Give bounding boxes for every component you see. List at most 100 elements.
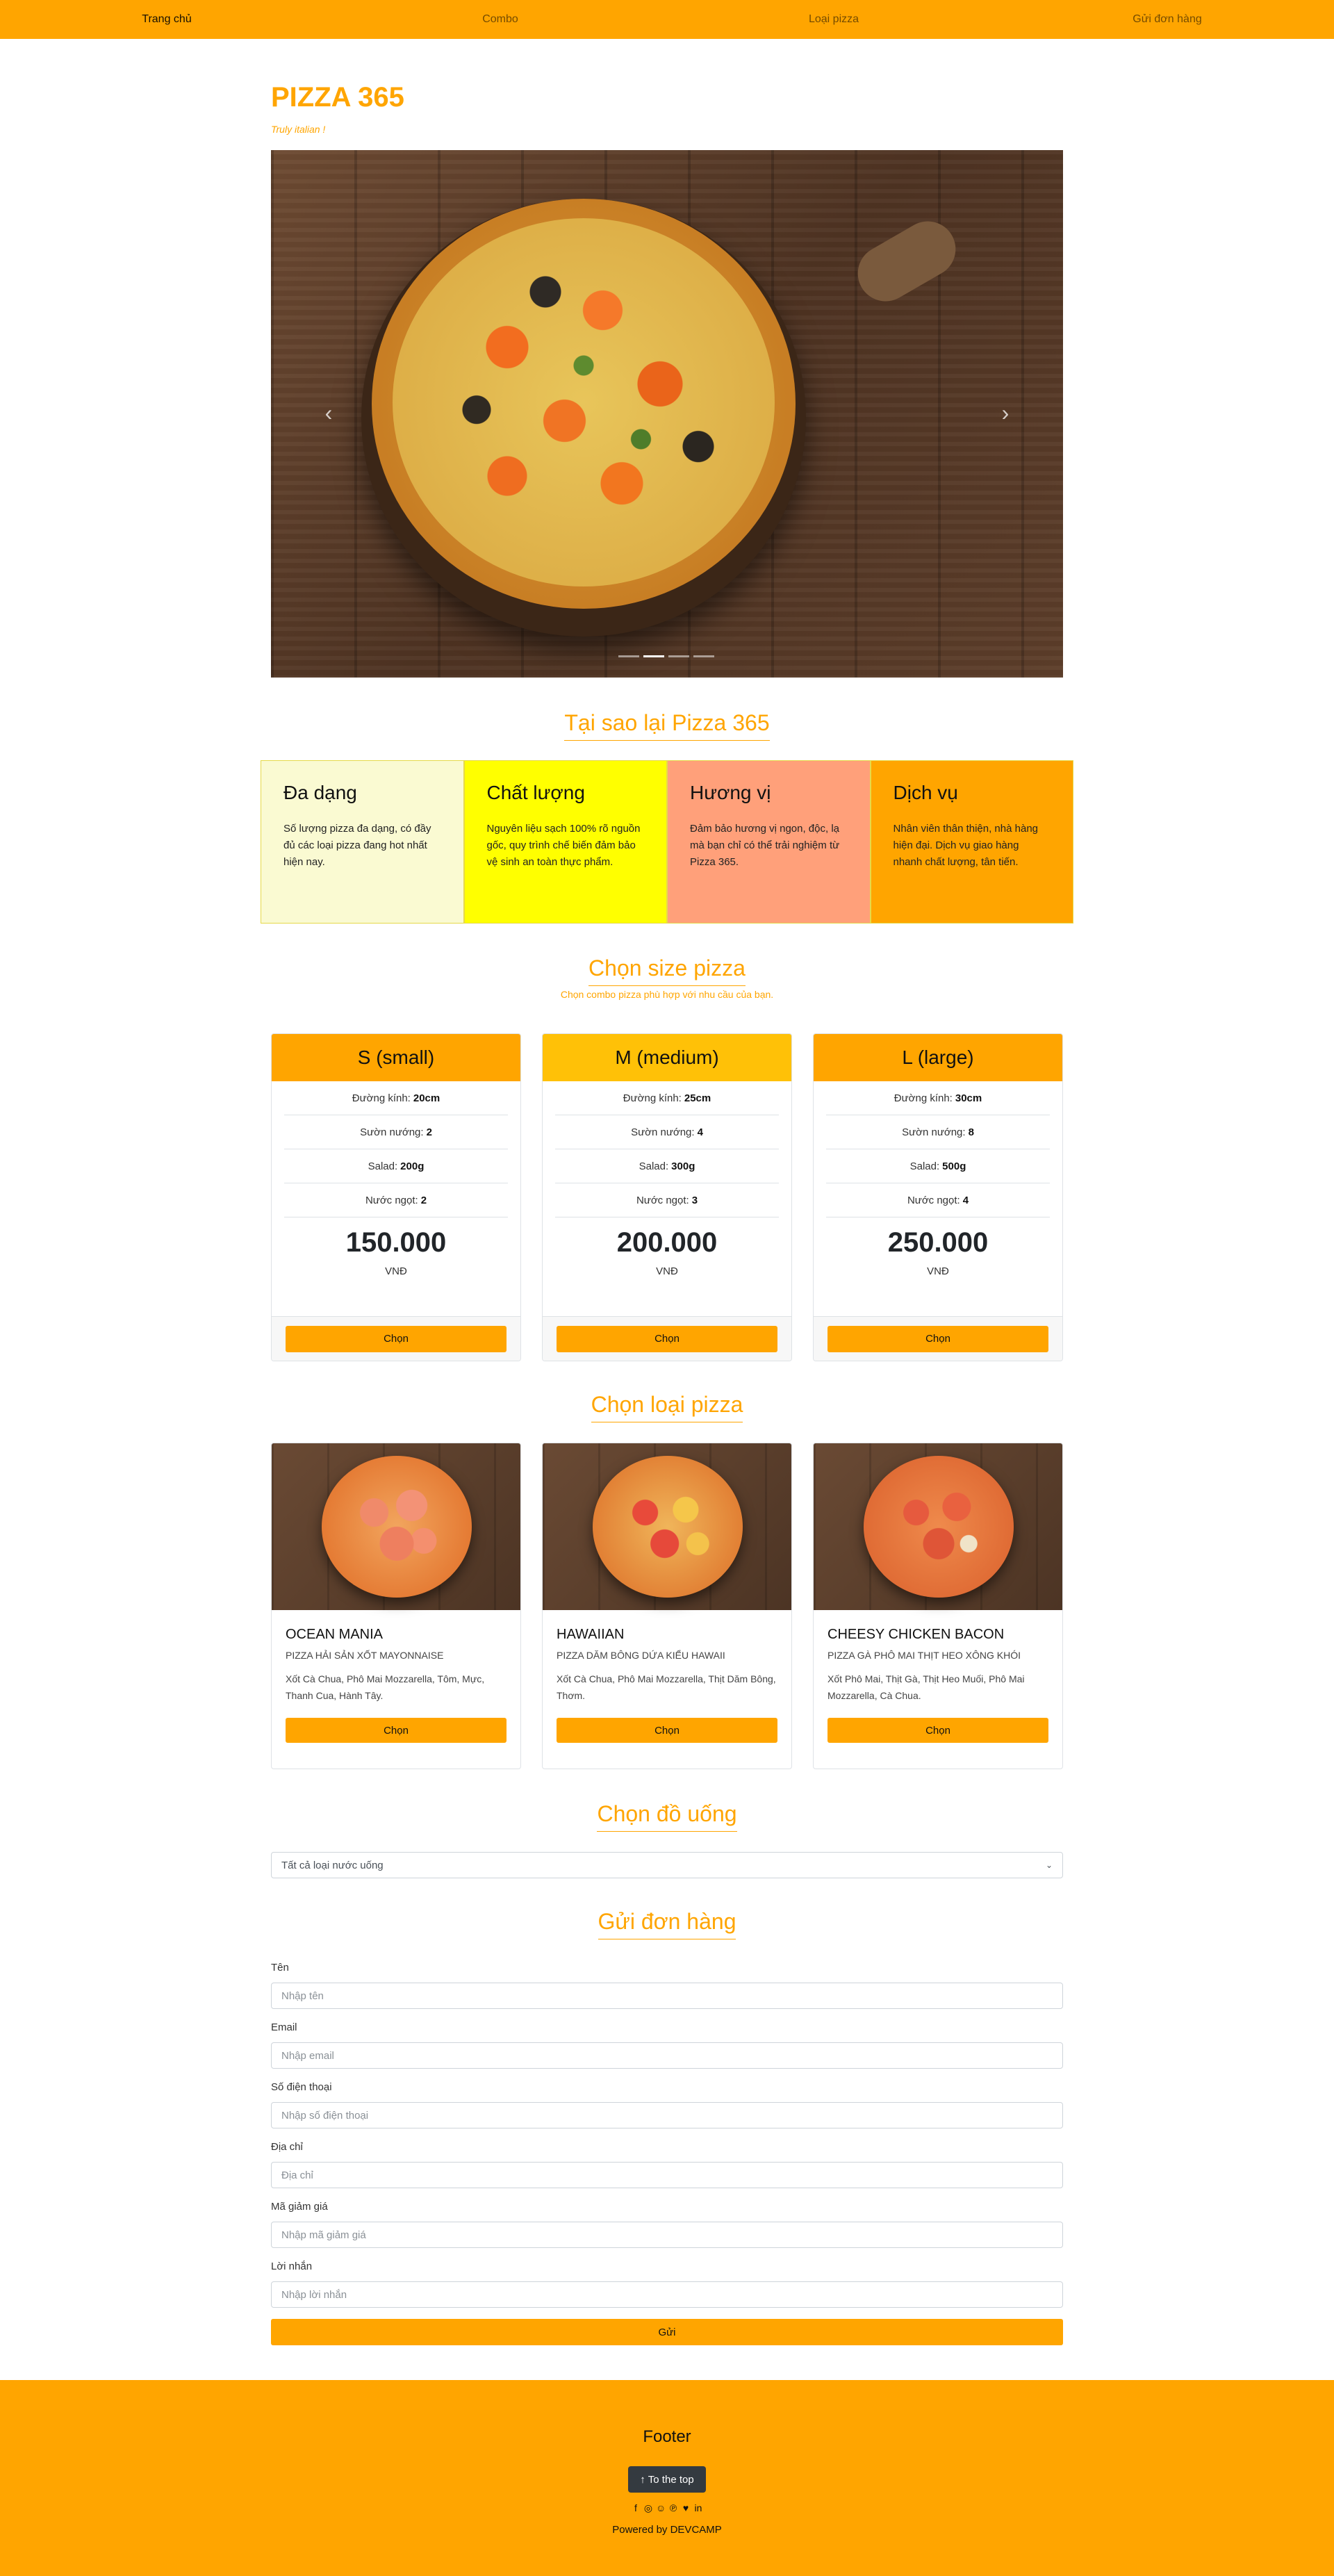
currency-unit: VNĐ	[385, 1265, 407, 1277]
drink-heading: Chọn đồ uống	[597, 1801, 737, 1832]
message-input[interactable]	[271, 2281, 1063, 2308]
pizza-image	[814, 1443, 1062, 1610]
submit-order-button[interactable]: Gửi	[271, 2319, 1063, 2345]
diameter-label: Đường kính:	[894, 1092, 953, 1104]
to-top-button[interactable]: ↑ To the top	[628, 2466, 706, 2493]
order-heading: Gửi đơn hàng	[598, 1909, 736, 1939]
social-icons: f ◎ ☺ ℗ ♥ in	[0, 2502, 1334, 2514]
message-label: Lời nhắn	[271, 2261, 313, 2272]
why-boxes: Đa dạng Số lượng pizza đa dạng, có đầy đ…	[261, 760, 1073, 924]
why-box-quality: Chất lượng Nguyên liệu sạch 100% rõ nguồ…	[463, 760, 667, 924]
choose-size-small-button[interactable]: Chọn	[286, 1325, 507, 1352]
choose-size-medium-button[interactable]: Chọn	[557, 1325, 777, 1352]
diameter-value: 20cm	[413, 1092, 440, 1104]
pizza-name: CHEESY CHICKEN BACON	[827, 1627, 1005, 1642]
voucher-input[interactable]	[271, 2222, 1063, 2248]
pizza-toppings	[393, 218, 775, 586]
hawaiian-pizza-image	[593, 1456, 743, 1598]
cheesy-chicken-bacon-pizza-image	[864, 1456, 1014, 1598]
diameter-row: Đường kính: 30cm	[826, 1081, 1050, 1115]
chevron-down-icon: ⌄	[1045, 1860, 1053, 1870]
size-subheading: Chọn combo pizza phù hợp với nhu cầu của…	[560, 989, 774, 1000]
nav-item-pizza-type[interactable]: Loại pizza	[667, 0, 1000, 39]
pizza-card-cheesy-chicken-bacon: CHEESY CHICKEN BACON PIZZA GÀ PHÔ MAI TH…	[813, 1443, 1063, 1769]
pinterest-icon[interactable]: ℗	[668, 2502, 678, 2514]
ribs-value: 2	[426, 1126, 432, 1138]
price: 200.000	[616, 1227, 718, 1258]
pizza-card-hawaiian: HAWAIIAN PIZZA DĂM BÔNG DỨA KIỂU HAWAII …	[542, 1443, 792, 1769]
hero-carousel[interactable]: ‹ ›	[271, 150, 1063, 678]
brand-title: PIZZA 365	[271, 82, 404, 113]
powered-by: Powered by DEVCAMP	[612, 2524, 722, 2536]
why-box-title: Chất lượng	[486, 782, 585, 803]
size-cards: S (small) Đường kính: 20cm Sườn nướng: 2 S…	[271, 1033, 1063, 1361]
salad-row: Salad: 300g	[555, 1149, 779, 1183]
diameter-label: Đường kính:	[352, 1092, 411, 1104]
pizza-card-ocean-mania: OCEAN MANIA PIZZA HẢI SẢN XỐT MAYONNAISE…	[271, 1443, 521, 1769]
address-input[interactable]	[271, 2162, 1063, 2188]
ribs-label: Sườn nướng:	[631, 1126, 695, 1138]
currency-unit: VNĐ	[656, 1265, 678, 1277]
chevron-right-icon[interactable]: ›	[995, 402, 1016, 424]
drink-select[interactable]: Tất cả loại nước uống ⌄	[271, 1852, 1063, 1878]
nav-item-home[interactable]: Trang chủ	[0, 0, 334, 39]
salad-value: 200g	[400, 1160, 425, 1172]
email-label: Email	[271, 2021, 297, 2033]
name-input[interactable]	[271, 1983, 1063, 2009]
instagram-icon[interactable]: ◎	[643, 2502, 653, 2514]
why-box-variety: Đa dạng Số lượng pizza đa dạng, có đầy đ…	[261, 760, 464, 924]
pizza-image	[543, 1443, 791, 1610]
chevron-left-icon[interactable]: ‹	[318, 402, 339, 424]
size-card-footer: Chọn	[814, 1316, 1062, 1361]
pizza-ingredients: Xốt Cà Chua, Phô Mai Mozzarella, Tôm, Mự…	[286, 1673, 485, 1701]
drink-label: Nước ngọt:	[365, 1194, 418, 1206]
drink-value: 4	[962, 1194, 969, 1206]
drink-row: Nước ngọt: 2	[284, 1183, 508, 1217]
drink-label: Nước ngọt:	[907, 1194, 960, 1206]
choose-hawaiian-button[interactable]: Chọn	[557, 1718, 777, 1743]
carousel-indicator-3[interactable]	[668, 655, 689, 657]
address-label: Địa chỉ	[271, 2141, 303, 2153]
nav-item-combo[interactable]: Combo	[334, 0, 667, 39]
why-box-text: Số lượng pizza đa dạng, có đầy đủ các lo…	[283, 823, 431, 868]
twitter-icon[interactable]: ♥	[681, 2502, 691, 2514]
size-card-large: L (large) Đường kính: 30cm Sườn nướng: 8 S…	[813, 1033, 1063, 1361]
carousel-indicator-2[interactable]	[643, 655, 664, 657]
currency-unit: VNĐ	[927, 1265, 949, 1277]
price: 250.000	[887, 1227, 989, 1258]
footer-title: Footer	[643, 2427, 691, 2446]
snapchat-icon[interactable]: ☺	[656, 2502, 666, 2514]
size-card-footer: Chọn	[543, 1316, 791, 1361]
size-card-small: S (small) Đường kính: 20cm Sườn nướng: 2 S…	[271, 1033, 521, 1361]
salad-label: Salad:	[368, 1160, 398, 1172]
size-heading: Chọn size pizza	[588, 955, 746, 986]
drink-value: 3	[691, 1194, 698, 1206]
email-input[interactable]	[271, 2042, 1063, 2069]
footer: Footer ↑ To the top f ◎ ☺ ℗ ♥ in Powered…	[0, 2380, 1334, 2576]
top-navbar: Trang chủ Combo Loại pizza Gửi đơn hàng	[0, 0, 1334, 39]
phone-input[interactable]	[271, 2102, 1063, 2128]
why-box-title: Hương vị	[690, 782, 771, 803]
diameter-label: Đường kính:	[623, 1092, 682, 1104]
facebook-icon[interactable]: f	[631, 2502, 641, 2514]
arrow-up-icon: ↑	[640, 2473, 645, 2486]
linkedin-icon[interactable]: in	[693, 2502, 703, 2514]
pizza-ingredients: Xốt Cà Chua, Phô Mai Mozzarella, Thịt Dă…	[557, 1673, 776, 1701]
pizza-description: PIZZA GÀ PHÔ MAI THỊT HEO XÔNG KHÓI	[827, 1650, 1021, 1661]
ribs-row: Sườn nướng: 8	[826, 1115, 1050, 1149]
why-section-heading: Tại sao lại Pizza 365	[271, 710, 1063, 741]
choose-size-large-button[interactable]: Chọn	[827, 1325, 1048, 1352]
carousel-indicators	[618, 655, 714, 657]
choose-cheesy-chicken-bacon-button[interactable]: Chọn	[827, 1718, 1048, 1743]
type-section-heading: Chọn loại pizza	[271, 1392, 1063, 1422]
drink-select-value: Tất cả loại nước uống	[281, 1859, 384, 1871]
carousel-indicator-1[interactable]	[618, 655, 639, 657]
name-label: Tên	[271, 1962, 289, 1974]
size-card-footer: Chọn	[272, 1316, 520, 1361]
carousel-indicator-4[interactable]	[693, 655, 714, 657]
ribs-label: Sườn nướng:	[902, 1126, 966, 1138]
nav-item-send-order[interactable]: Gửi đơn hàng	[1000, 0, 1334, 39]
why-box-taste: Hương vị Đảm bảo hương vị ngon, độc, lạ …	[667, 760, 871, 924]
pizza-description: PIZZA HẢI SẢN XỐT MAYONNAISE	[286, 1650, 444, 1661]
choose-ocean-mania-button[interactable]: Chọn	[286, 1718, 507, 1743]
